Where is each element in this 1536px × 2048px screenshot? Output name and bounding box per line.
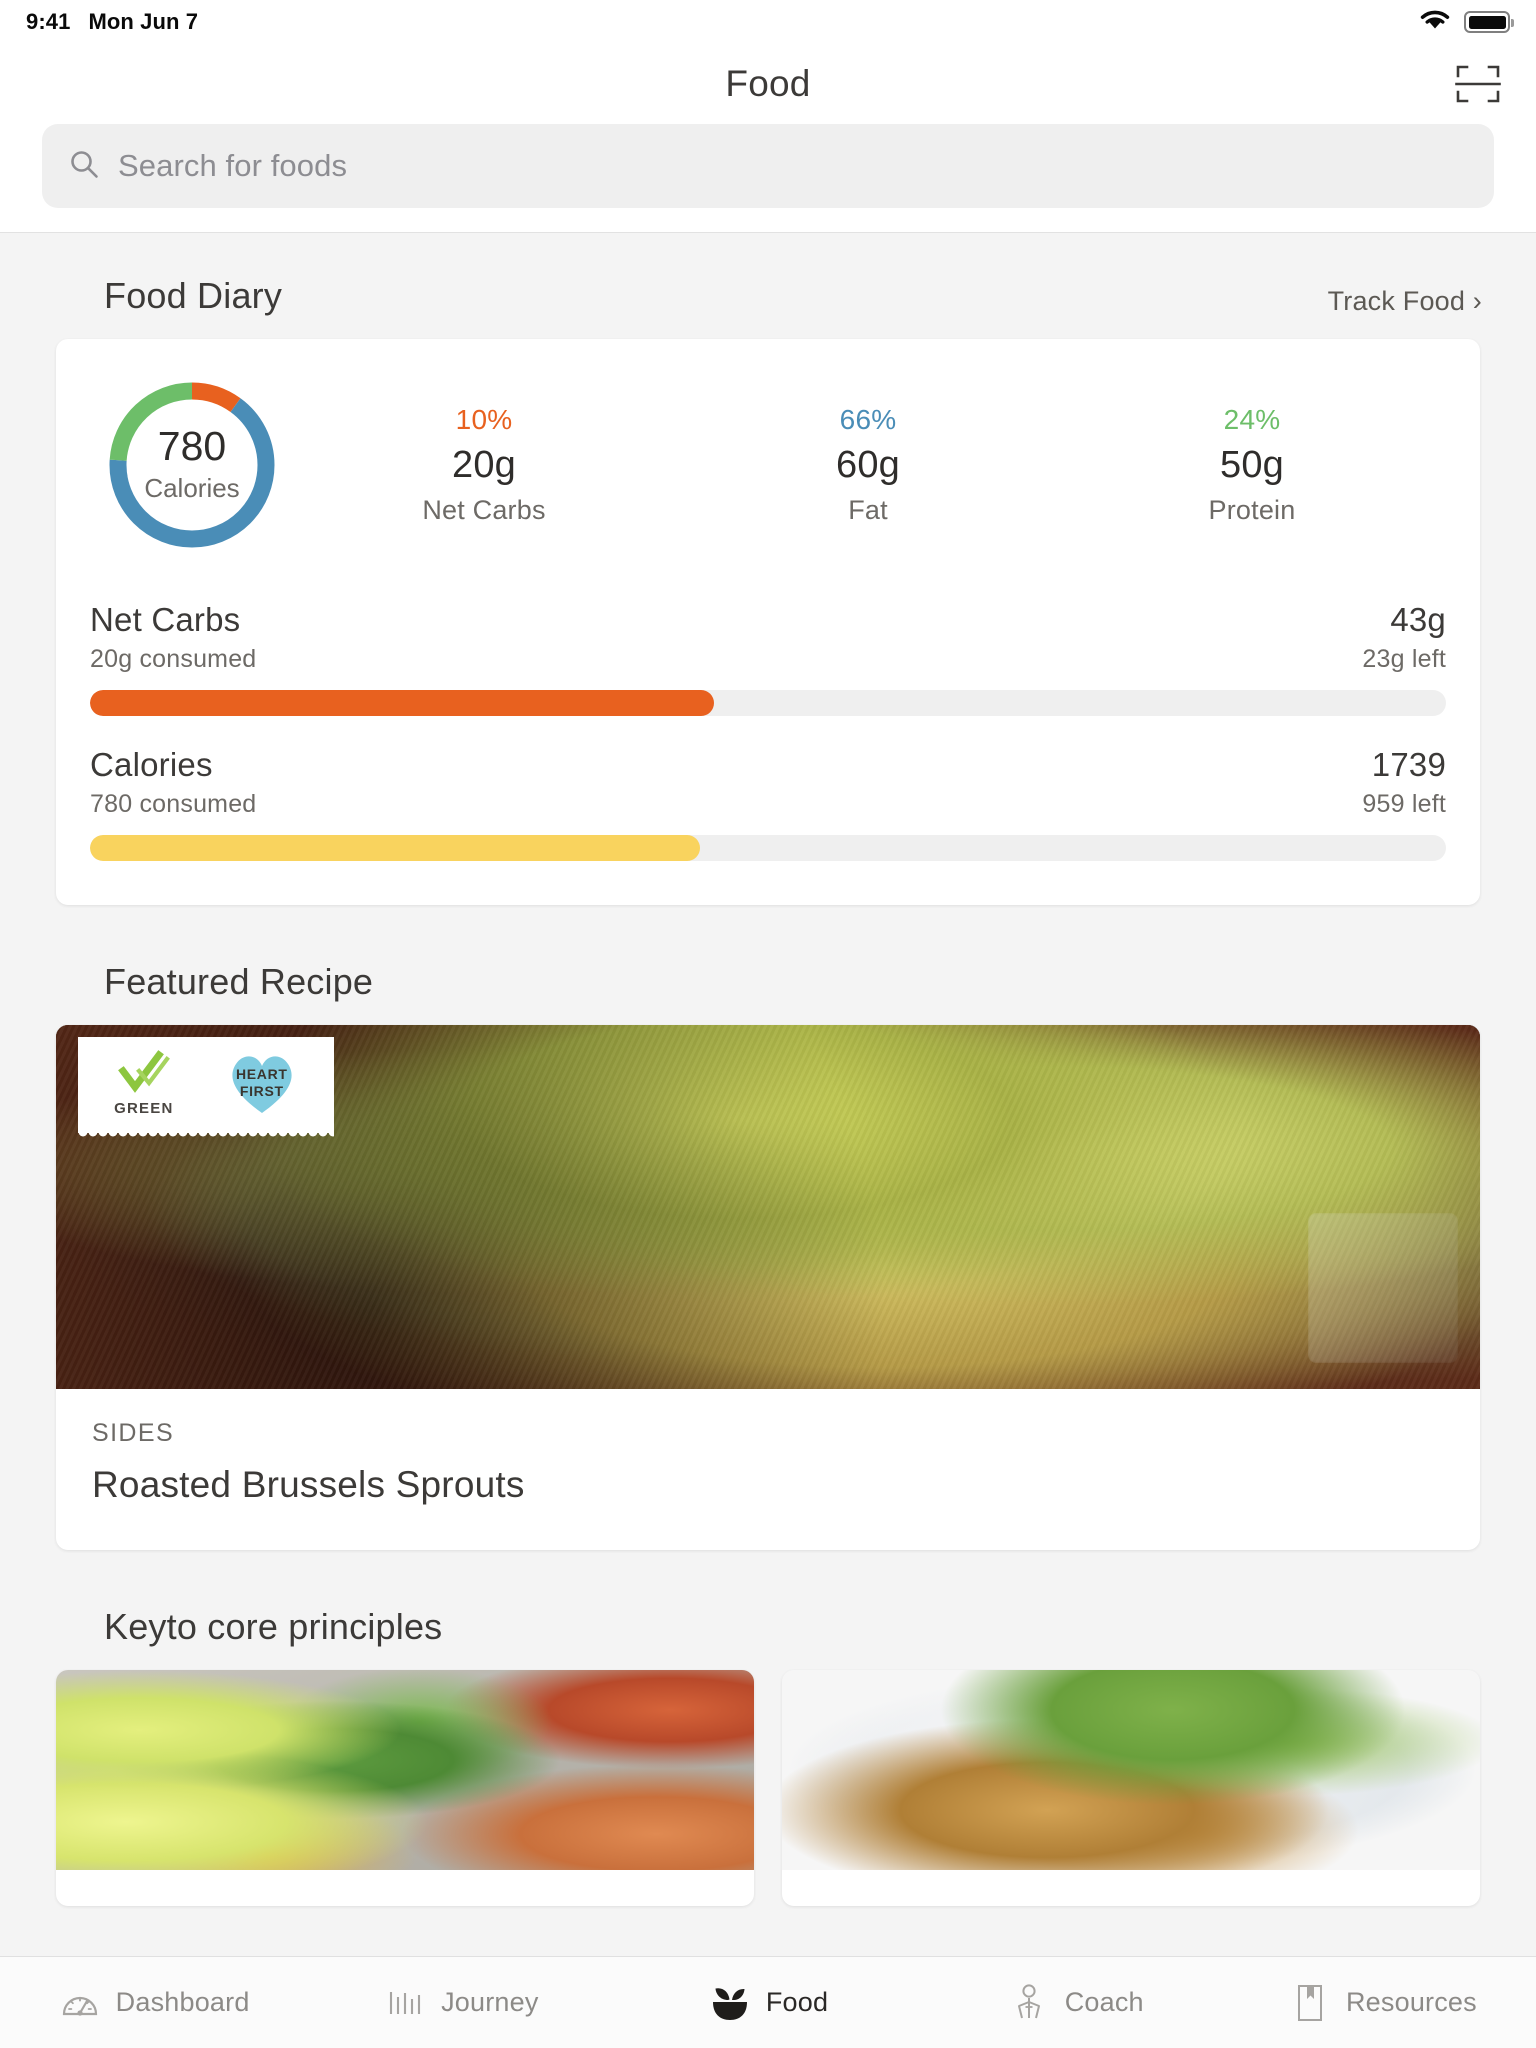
goal-netcarbs-row2: 20g consumed 23g left xyxy=(90,645,1446,674)
goal-netcarbs: Net Carbs 43g 20g consumed 23g left xyxy=(90,601,1446,716)
macro-fat-pct: 66% xyxy=(839,404,897,435)
status-date: Mon Jun 7 xyxy=(88,9,199,34)
principle-card-2[interactable] xyxy=(782,1670,1480,1906)
green-badge-label: GREEN xyxy=(114,1100,174,1117)
status-bar-left: 9:41 Mon Jun 7 xyxy=(26,9,198,35)
heart-badge-line2: FIRST xyxy=(239,1083,284,1099)
macro-netcarbs-pct: 10% xyxy=(455,404,513,435)
search-icon xyxy=(68,148,100,185)
core-principles-title: Keyto core principles xyxy=(104,1606,443,1647)
core-principles-list xyxy=(0,1670,1536,1906)
macro-netcarbs-value: 20g xyxy=(451,444,516,486)
search-bar-container: Search for foods xyxy=(0,124,1536,232)
search-input[interactable]: Search for foods xyxy=(42,124,1494,208)
macro-protein-label: Protein xyxy=(1208,495,1296,525)
status-bar-right xyxy=(1418,7,1514,37)
salad-with-fish-photo xyxy=(782,1670,1480,1870)
tab-coach[interactable]: Coach xyxy=(922,1981,1229,2025)
goal-netcarbs-target: 43g xyxy=(1390,601,1446,638)
food-diary-header: Food Diary Track Food › xyxy=(0,233,1536,339)
goal-progress-list: Net Carbs 43g 20g consumed 23g left Calo… xyxy=(56,561,1480,905)
bottom-tab-bar: Dashboard Journey Food Coach Resources xyxy=(0,1956,1536,2048)
featured-recipe-card[interactable]: GREEN HEART FIRST SIDES Roasted Brussels… xyxy=(56,1025,1480,1550)
goal-netcarbs-name: Net Carbs xyxy=(90,601,241,638)
goal-calories-consumed: 780 consumed xyxy=(90,790,257,818)
food-diary-title: Food Diary xyxy=(104,275,283,316)
recipe-meta: SIDES Roasted Brussels Sprouts xyxy=(56,1389,1480,1550)
donut-chart-container: 780 Calories xyxy=(92,379,292,551)
status-time: 9:41 xyxy=(26,9,71,34)
food-diary-card: 780 Calories 10% 20g Net Carbs 66% 60g F… xyxy=(56,339,1480,905)
double-check-icon xyxy=(115,1049,173,1100)
navigation-bar: Food xyxy=(0,44,1536,124)
goal-calories: Calories 1739 780 consumed 959 left xyxy=(90,746,1446,861)
macro-netcarbs: 10% 20g Net Carbs xyxy=(292,404,676,526)
macro-protein-pct: 24% xyxy=(1223,404,1281,435)
featured-recipe-header: Featured Recipe xyxy=(0,905,1536,1025)
core-principles-header: Keyto core principles xyxy=(0,1550,1536,1670)
goal-netcarbs-bar-fill xyxy=(90,690,714,716)
featured-recipe-title: Featured Recipe xyxy=(104,961,374,1002)
macro-fat-label: Fat xyxy=(848,495,888,525)
heart-first-badge: HEART FIRST xyxy=(226,1050,298,1116)
fork-in-photo xyxy=(1308,1213,1458,1363)
tab-resources[interactable]: Resources xyxy=(1229,1981,1536,2025)
goal-calories-bar-track xyxy=(90,835,1446,861)
app-screen: 9:41 Mon Jun 7 Food Search for foods Foo… xyxy=(0,0,1536,2048)
tab-resources-label: Resources xyxy=(1345,1987,1477,2017)
bookmark-book-icon xyxy=(1288,1981,1332,2025)
battery-full-icon xyxy=(1464,11,1514,33)
recipe-category: SIDES xyxy=(92,1419,175,1447)
tab-dashboard-label: Dashboard xyxy=(115,1987,250,2017)
food-bowl-icon xyxy=(708,1981,752,2025)
recipe-name: Roasted Brussels Sprouts xyxy=(92,1464,525,1505)
heart-icon: HEART FIRST xyxy=(226,1050,298,1116)
donut-calories-label: Calories xyxy=(144,473,240,503)
goal-calories-target: 1739 xyxy=(1371,746,1446,783)
goal-netcarbs-left: 23g left xyxy=(1362,645,1446,673)
macro-fat: 66% 60g Fat xyxy=(676,404,1060,526)
tab-food-label: Food xyxy=(765,1987,829,2017)
green-badge: GREEN xyxy=(114,1049,173,1117)
tab-coach-label: Coach xyxy=(1064,1987,1144,2017)
goal-netcarbs-bar-track xyxy=(90,690,1446,716)
goal-calories-row2: 780 consumed 959 left xyxy=(90,790,1446,819)
goal-calories-left: 959 left xyxy=(1362,790,1446,818)
tab-journey-label: Journey xyxy=(441,1987,539,2017)
track-food-link[interactable]: Track Food › xyxy=(1328,286,1482,317)
principle-card-1[interactable] xyxy=(56,1670,754,1906)
bar-chart-icon xyxy=(383,1981,427,2025)
recipe-badge: GREEN HEART FIRST xyxy=(78,1037,334,1140)
avocado-broccoli-nuts-photo xyxy=(56,1670,754,1870)
page-title: Food xyxy=(725,63,811,104)
macro-protein: 24% 50g Protein xyxy=(1060,404,1444,526)
search-placeholder: Search for foods xyxy=(118,148,348,183)
scroll-content: Food Diary Track Food › 780 Calories 10%… xyxy=(0,233,1536,1916)
macro-stats: 10% 20g Net Carbs 66% 60g Fat 24% 50g Pr… xyxy=(292,404,1444,526)
heart-badge-text: HEART FIRST xyxy=(236,1066,288,1100)
speedometer-icon xyxy=(58,1981,102,2025)
goal-calories-name: Calories xyxy=(90,746,213,783)
barcode-scan-icon[interactable] xyxy=(1450,56,1506,112)
macro-donut-chart: 780 Calories xyxy=(106,379,278,551)
tab-food[interactable]: Food xyxy=(614,1981,921,2025)
goal-netcarbs-consumed: 20g consumed xyxy=(90,645,257,673)
macro-protein-value: 50g xyxy=(1219,444,1284,486)
macro-netcarbs-label: Net Carbs xyxy=(422,495,546,525)
macro-fat-value: 60g xyxy=(835,444,900,486)
donut-calories-value: 780 xyxy=(157,423,227,469)
goal-netcarbs-row1: Net Carbs 43g xyxy=(90,601,1446,639)
goal-calories-row1: Calories 1739 xyxy=(90,746,1446,784)
donut-center-label: 780 Calories xyxy=(106,379,278,551)
heart-badge-line1: HEART xyxy=(235,1065,288,1082)
macro-summary-row: 780 Calories 10% 20g Net Carbs 66% 60g F… xyxy=(56,339,1480,561)
recipe-photo: GREEN HEART FIRST xyxy=(56,1025,1480,1389)
tab-dashboard[interactable]: Dashboard xyxy=(0,1981,307,2025)
wifi-icon xyxy=(1418,7,1452,37)
status-bar: 9:41 Mon Jun 7 xyxy=(0,0,1536,44)
goal-calories-bar-fill xyxy=(90,835,701,861)
tab-journey[interactable]: Journey xyxy=(307,1981,614,2025)
person-icon xyxy=(1007,1981,1051,2025)
